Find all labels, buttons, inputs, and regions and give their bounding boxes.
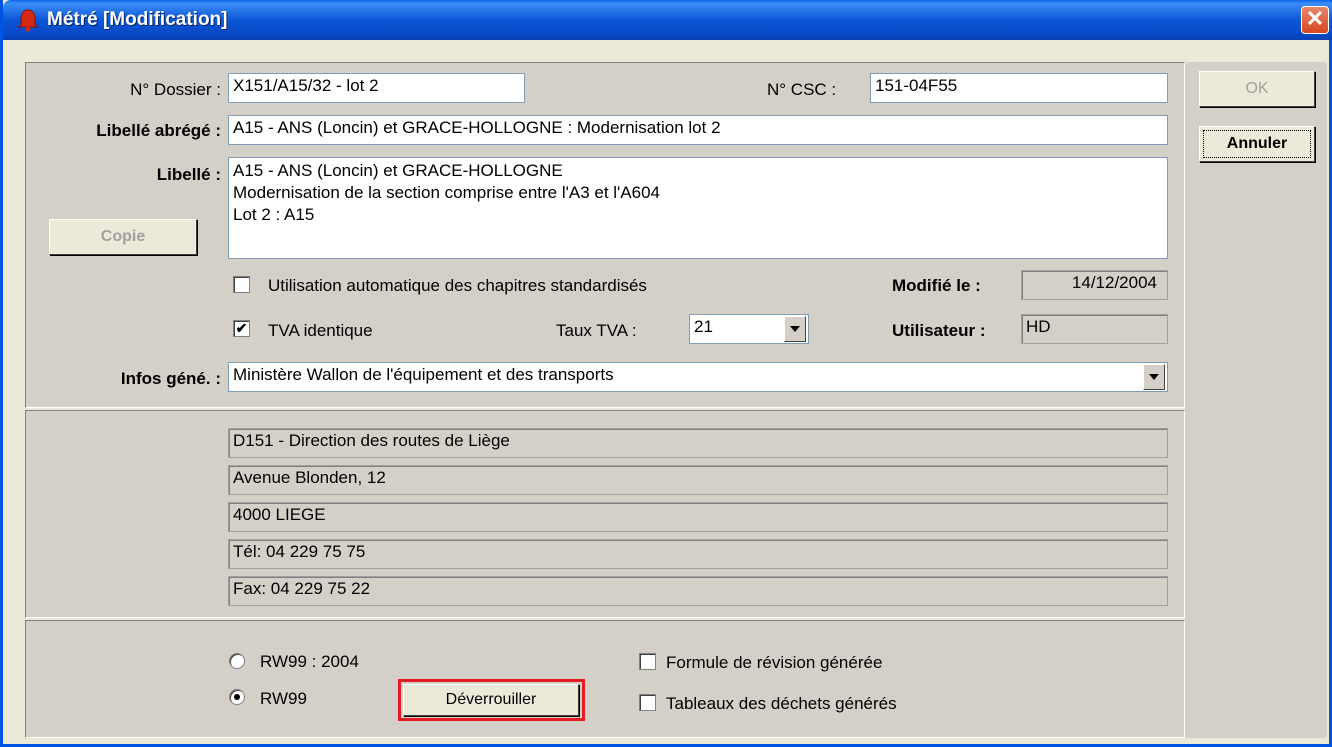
csc-field[interactable]: 151-04F55 — [870, 73, 1168, 103]
modifie-field: 14/12/2004 — [1021, 270, 1168, 300]
address-line: Fax: 04 229 75 22 — [228, 576, 1168, 606]
window-title: Métré [Modification] — [47, 9, 228, 30]
radio-rw99-label: RW99 — [260, 689, 307, 708]
libelle-line: Lot 2 : A15 — [233, 205, 315, 224]
formule-label: Formule de révision générée — [666, 653, 883, 672]
libelle-abrege-label: Libellé abrégé : — [96, 121, 221, 140]
dossier-field[interactable]: X151/A15/32 - lot 2 — [228, 73, 525, 103]
radio-rw99-2004-label: RW99 : 2004 — [260, 652, 359, 671]
taux-tva-dropdown-button[interactable] — [784, 316, 806, 342]
close-icon: ✕ — [1305, 6, 1325, 31]
copie-button[interactable]: Copie — [49, 219, 197, 255]
address-line: 4000 LIEGE — [228, 502, 1168, 532]
csc-label: N° CSC : — [767, 80, 837, 99]
chevron-down-icon — [1149, 374, 1159, 380]
infos-label: Infos géné. : — [120, 369, 221, 388]
address-line: Avenue Blonden, 12 — [228, 465, 1168, 495]
modifie-label: Modifié le : — [892, 276, 981, 295]
deverrouiller-button[interactable]: Déverrouiller — [403, 684, 579, 716]
dechets-checkbox[interactable] — [639, 694, 656, 711]
infos-select[interactable]: Ministère Wallon de l'équipement et des … — [228, 362, 1168, 392]
dechets-label: Tableaux des déchets générés — [666, 694, 897, 713]
tva-identique-checkbox[interactable]: ✔ — [233, 320, 250, 337]
bell-icon — [18, 9, 38, 32]
libelle-label: Libellé : — [156, 165, 221, 184]
infos-dropdown-button[interactable] — [1143, 364, 1165, 390]
chapitres-label: Utilisation automatique des chapitres st… — [268, 276, 647, 295]
utilisateur-field: HD — [1021, 314, 1168, 344]
libelle-abrege-field[interactable]: A15 - ANS (Loncin) et GRACE-HOLLOGNE : M… — [228, 115, 1168, 145]
tva-identique-label: TVA identique — [268, 321, 373, 340]
dossier-label: N° Dossier : — [130, 80, 221, 99]
formule-checkbox[interactable] — [639, 653, 656, 670]
ok-button[interactable]: OK — [1199, 71, 1315, 107]
annuler-button[interactable]: Annuler — [1199, 126, 1315, 162]
address-line: Tél: 04 229 75 75 — [228, 539, 1168, 569]
check-icon: ✔ — [235, 320, 248, 336]
close-button[interactable]: ✕ — [1301, 6, 1329, 34]
chapitres-checkbox[interactable] — [233, 276, 250, 293]
libelle-field[interactable]: A15 - ANS (Loncin) et GRACE-HOLLOGNE Mod… — [228, 157, 1168, 259]
libelle-line: A15 - ANS (Loncin) et GRACE-HOLLOGNE — [233, 161, 563, 180]
utilisateur-label: Utilisateur : — [892, 321, 986, 340]
title-bar[interactable]: Métré [Modification] ✕ — [3, 0, 1332, 40]
taux-tva-label: Taux TVA : — [556, 321, 637, 340]
metre-window: Métré [Modification] ✕ N° Dossier : X151… — [0, 0, 1332, 747]
radio-rw99[interactable] — [229, 689, 245, 705]
libelle-line: Modernisation de la section comprise ent… — [233, 183, 661, 202]
address-line: D151 - Direction des routes de Liège — [228, 428, 1168, 458]
actions-panel — [1185, 62, 1327, 738]
chevron-down-icon — [790, 326, 800, 332]
radio-rw99-2004[interactable] — [229, 653, 245, 669]
options-panel — [25, 620, 1185, 738]
